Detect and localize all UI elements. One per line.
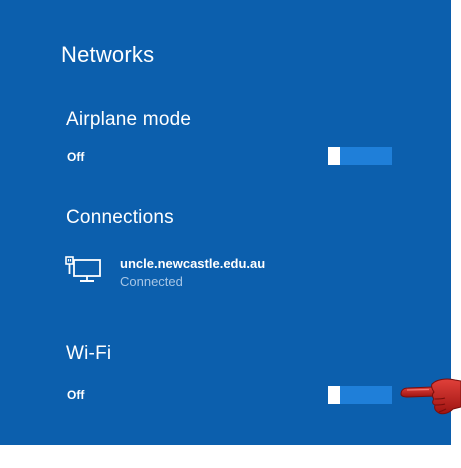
panel-title: Networks [61,42,155,67]
airplane-mode-heading: Airplane mode [66,109,192,130]
connection-status: Connected [120,274,183,289]
airplane-mode-toggle[interactable] [328,147,392,165]
toggle-knob [328,147,340,165]
airplane-mode-state: Off [67,150,85,164]
wifi-state: Off [67,388,85,402]
pointing-hand-icon [399,375,461,417]
connection-name: uncle.newcastle.edu.au [120,256,266,271]
connection-item[interactable]: uncle.newcastle.edu.au Connected [65,256,355,296]
toggle-knob [328,386,340,404]
connections-heading: Connections [66,207,174,228]
ethernet-monitor-icon [65,256,105,286]
networks-panel: Networks Airplane mode Off Connections u… [0,0,451,445]
wifi-heading: Wi-Fi [66,343,112,364]
wifi-toggle[interactable] [328,386,392,404]
screenshot-frame: Networks Airplane mode Off Connections u… [0,0,461,468]
